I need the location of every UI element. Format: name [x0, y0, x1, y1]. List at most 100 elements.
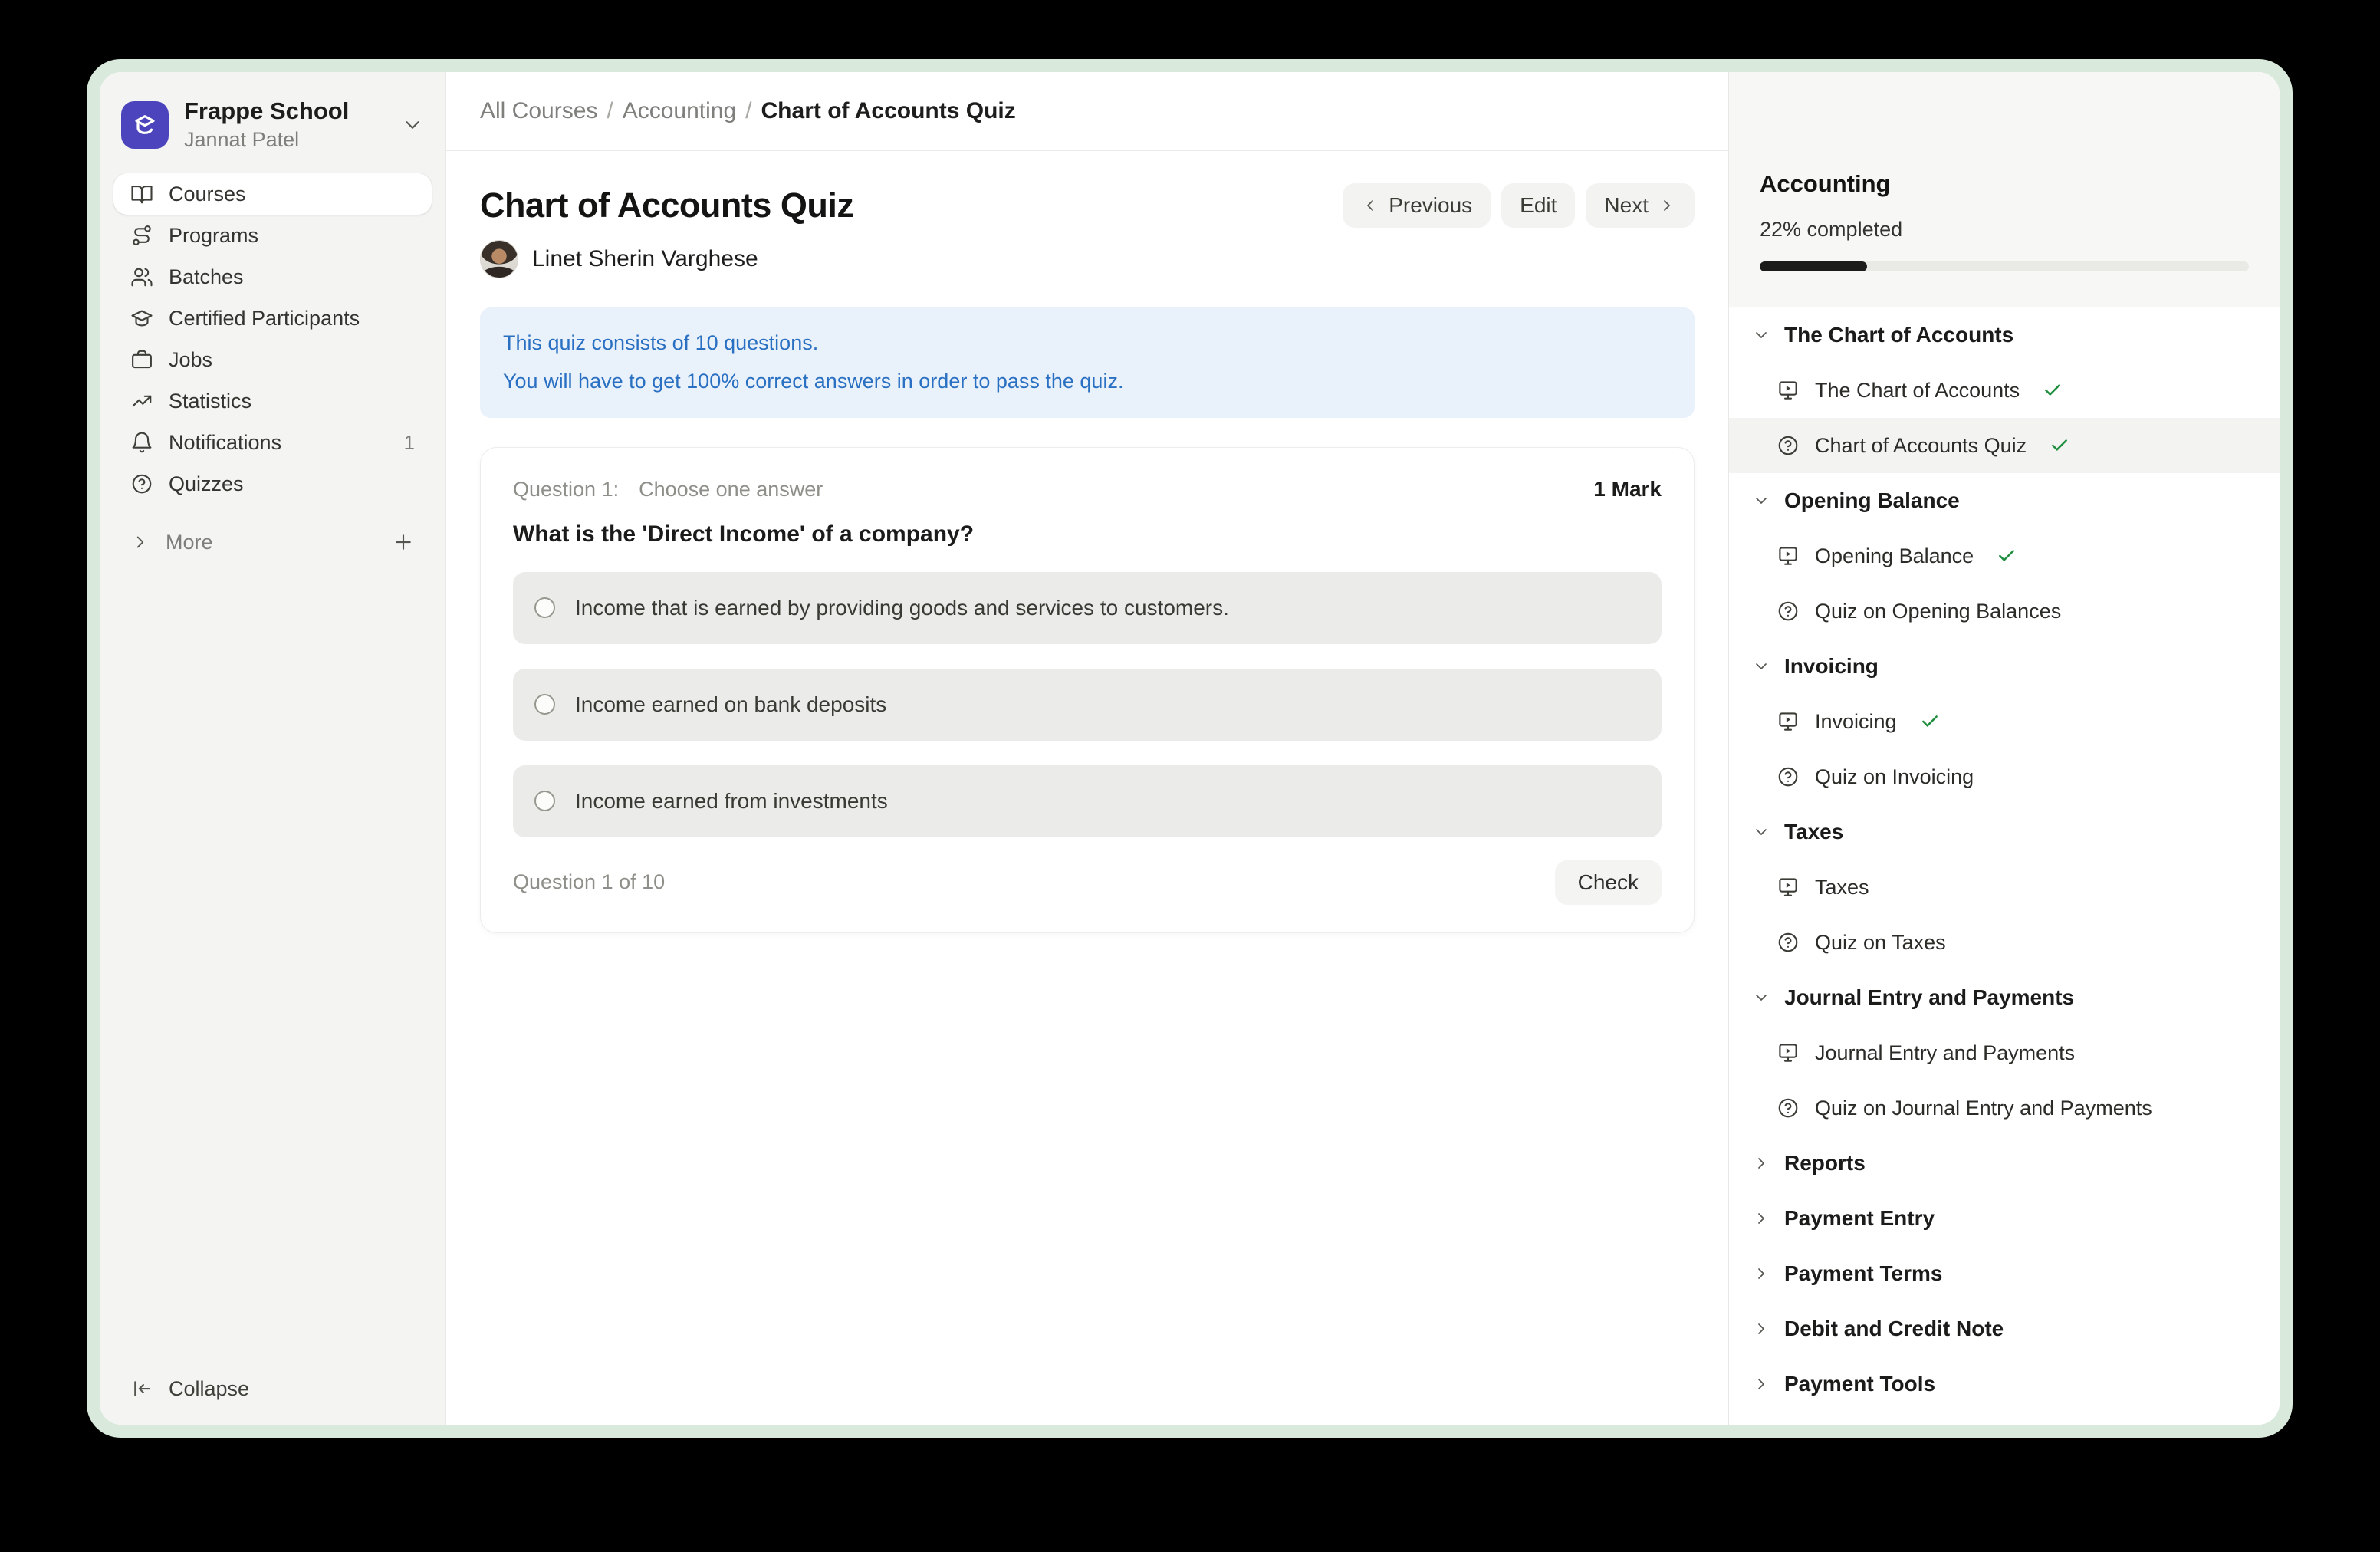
outline-item-chart-of-accounts-quiz[interactable]: Chart of Accounts Quiz [1729, 418, 2280, 473]
previous-button[interactable]: Previous [1343, 183, 1491, 228]
chevron-down-icon [1752, 823, 1770, 841]
answer-option-label: Income that is earned by providing goods… [575, 596, 1229, 620]
question-text: What is the 'Direct Income' of a company… [513, 521, 1662, 547]
outline-item-journal-entry-and-payments[interactable]: Journal Entry and Payments [1729, 1025, 2280, 1080]
sidebar-item-label: Courses [169, 182, 246, 206]
outline-item-quiz-on-opening-balances[interactable]: Quiz on Opening Balances [1729, 584, 2280, 639]
radio-button[interactable] [534, 694, 555, 715]
next-button[interactable]: Next [1586, 183, 1695, 228]
progress-label: 22% completed [1760, 218, 2249, 242]
sidebar-item-label: Jobs [169, 348, 212, 372]
outline-section-invoicing[interactable]: Invoicing [1729, 639, 2280, 694]
outline-item-label: Chart of Accounts Quiz [1815, 434, 2027, 458]
radio-button[interactable] [534, 597, 555, 618]
edit-button[interactable]: Edit [1501, 183, 1575, 228]
outline-item-label: The Chart of Accounts [1815, 379, 2020, 403]
question-marks: 1 Mark [1593, 477, 1662, 501]
outline-section-the-chart-of-accounts[interactable]: The Chart of Accounts [1729, 307, 2280, 363]
outline-section-payment-terms[interactable]: Payment Terms [1729, 1246, 2280, 1301]
outline-section-label: Invoicing [1784, 654, 1879, 679]
sidebar: Frappe School Jannat Patel Courses Progra… [100, 72, 446, 1425]
workspace-text: Frappe School Jannat Patel [184, 97, 386, 153]
outline-item-taxes[interactable]: Taxes [1729, 860, 2280, 915]
outline-section-payment-entry[interactable]: Payment Entry [1729, 1191, 2280, 1246]
monitor-play-icon [1777, 379, 1800, 402]
help-circle-icon [1777, 931, 1800, 954]
radio-button[interactable] [534, 791, 555, 811]
course-outline-list: The Chart of Accounts The Chart of Accoun… [1729, 307, 2280, 1425]
chevron-down-icon [401, 113, 424, 136]
outline-item-label: Opening Balance [1815, 544, 1974, 568]
chevron-left-icon [1361, 196, 1379, 215]
edit-label: Edit [1520, 193, 1557, 218]
sidebar-more[interactable]: More [113, 521, 432, 563]
bell-icon [130, 431, 153, 454]
outline-section-journal-entry-and-payments[interactable]: Journal Entry and Payments [1729, 970, 2280, 1025]
sidebar-item-programs[interactable]: Programs [113, 215, 432, 256]
check-button[interactable]: Check [1555, 860, 1662, 905]
sidebar-item-statistics[interactable]: Statistics [113, 380, 432, 422]
outline-section-taxes[interactable]: Taxes [1729, 804, 2280, 860]
outline-section-reports[interactable]: Reports [1729, 1136, 2280, 1191]
workspace-user: Jannat Patel [184, 127, 386, 153]
chevron-right-icon [130, 532, 150, 552]
sidebar-item-quizzes[interactable]: Quizzes [113, 463, 432, 505]
answer-option-3[interactable]: Income earned from investments [513, 765, 1662, 837]
author-name: Linet Sherin Varghese [532, 246, 758, 272]
banner-line-1: This quiz consists of 10 questions. [503, 324, 1672, 363]
collapse-label: Collapse [169, 1377, 249, 1401]
breadcrumb-all-courses[interactable]: All Courses [480, 98, 597, 124]
breadcrumb-separator: / [745, 98, 751, 124]
sidebar-item-courses[interactable]: Courses [113, 173, 432, 215]
outline-section-debit-and-credit-note[interactable]: Debit and Credit Note [1729, 1301, 2280, 1356]
chevron-down-icon [1752, 492, 1770, 510]
quiz-page: Chart of Accounts Quiz Previous Edit [446, 151, 1728, 1425]
outline-section-label: Payment Terms [1784, 1261, 1942, 1286]
outline-section-label: Journal Entry and Payments [1784, 985, 2074, 1010]
answer-options: Income that is earned by providing goods… [513, 572, 1662, 837]
outline-item-label: Invoicing [1815, 710, 1897, 734]
help-circle-icon [130, 472, 153, 495]
question-progress: Question 1 of 10 [513, 870, 665, 894]
outline-section-opening-balance[interactable]: Opening Balance [1729, 473, 2280, 528]
outline-item-opening-balance[interactable]: Opening Balance [1729, 528, 2280, 584]
outline-item-label: Quiz on Taxes [1815, 931, 1946, 955]
page-title: Chart of Accounts Quiz [480, 186, 853, 225]
answer-option-2[interactable]: Income earned on bank deposits [513, 669, 1662, 741]
sidebar-item-batches[interactable]: Batches [113, 256, 432, 298]
outline-section-label: Reports [1784, 1151, 1866, 1176]
collapse-sidebar-button[interactable]: Collapse [113, 1368, 432, 1409]
breadcrumb-accounting[interactable]: Accounting [623, 98, 736, 124]
answer-option-1[interactable]: Income that is earned by providing goods… [513, 572, 1662, 644]
outline-item-quiz-on-journal-entry-and-payments[interactable]: Quiz on Journal Entry and Payments [1729, 1080, 2280, 1136]
check-icon [2043, 380, 2063, 400]
next-label: Next [1604, 193, 1649, 218]
workspace-switcher[interactable]: Frappe School Jannat Patel [113, 98, 432, 152]
check-icon [2050, 436, 2069, 455]
help-circle-icon [1777, 765, 1800, 788]
frappe-school-logo [121, 101, 169, 149]
chevron-down-icon [1752, 988, 1770, 1007]
route-icon [130, 224, 153, 247]
chevron-right-icon [1752, 1209, 1770, 1228]
chevron-down-icon [1752, 326, 1770, 344]
outline-item-quiz-on-taxes[interactable]: Quiz on Taxes [1729, 915, 2280, 970]
banner-line-2: You will have to get 100% correct answer… [503, 363, 1672, 401]
progress-fill [1760, 261, 1867, 271]
outline-item-the-chart-of-accounts[interactable]: The Chart of Accounts [1729, 363, 2280, 418]
quiz-author: Linet Sherin Varghese [480, 240, 1695, 278]
sidebar-item-jobs[interactable]: Jobs [113, 339, 432, 380]
chevron-right-icon [1752, 1264, 1770, 1283]
help-circle-icon [1777, 434, 1800, 457]
outline-section-payment-tools[interactable]: Payment Tools [1729, 1356, 2280, 1412]
plus-icon[interactable] [392, 531, 415, 554]
outline-section-label: The Chart of Accounts [1784, 323, 2013, 347]
monitor-play-icon [1777, 710, 1800, 733]
outline-item-quiz-on-invoicing[interactable]: Quiz on Invoicing [1729, 749, 2280, 804]
outline-item-invoicing[interactable]: Invoicing [1729, 694, 2280, 749]
outline-item-label: Taxes [1815, 876, 1869, 899]
sidebar-item-certified-participants[interactable]: Certified Participants [113, 298, 432, 339]
briefcase-icon [130, 348, 153, 371]
monitor-play-icon [1777, 1041, 1800, 1064]
sidebar-item-notifications[interactable]: Notifications1 [113, 422, 432, 463]
